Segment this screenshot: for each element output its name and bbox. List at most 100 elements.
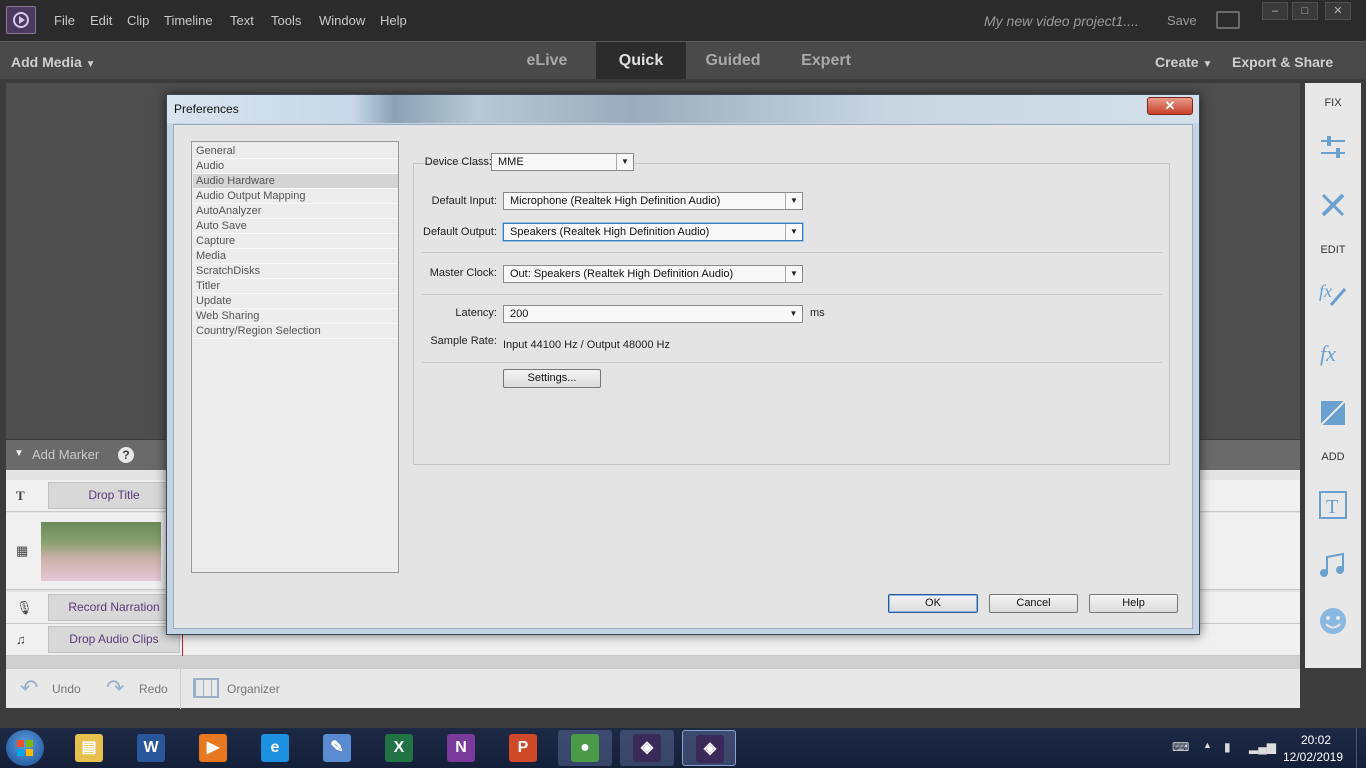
- clock-date[interactable]: 12/02/2019: [1281, 750, 1345, 764]
- project-name: My new video project1....: [984, 13, 1139, 29]
- create-label: Create: [1155, 54, 1199, 70]
- category-item[interactable]: Auto Save: [193, 219, 398, 234]
- taskbar-premiere-elements-button[interactable]: ◈: [682, 730, 736, 766]
- menu-tools[interactable]: Tools: [271, 13, 301, 28]
- taskbar-word-button[interactable]: W: [124, 730, 178, 766]
- organizer-button[interactable]: Organizer: [227, 682, 280, 696]
- taskbar-powerpoint-button[interactable]: P: [496, 730, 550, 766]
- menu-edit[interactable]: Edit: [90, 13, 112, 28]
- redo-icon[interactable]: ↷: [106, 675, 124, 701]
- latency-label: Latency:: [455, 307, 497, 319]
- cancel-button[interactable]: Cancel: [989, 594, 1078, 613]
- export-share-button[interactable]: Export & Share: [1232, 54, 1333, 70]
- tab-quick[interactable]: Quick: [596, 42, 686, 79]
- dialog-close-button[interactable]: ✕: [1147, 97, 1193, 115]
- tab-elive[interactable]: eLive: [500, 42, 594, 79]
- category-item[interactable]: Audio Output Mapping: [193, 189, 398, 204]
- menu-file[interactable]: File: [54, 13, 75, 28]
- word-icon: W: [137, 734, 165, 762]
- timeline-scrollbar[interactable]: [6, 656, 1300, 668]
- fx-edit-icon[interactable]: fx: [1317, 277, 1349, 309]
- keyboard-icon[interactable]: ⌨: [1172, 740, 1189, 754]
- latency-select[interactable]: 200 ▼: [503, 305, 803, 323]
- graphics-icon[interactable]: [1317, 605, 1349, 637]
- title-icon[interactable]: T: [1317, 489, 1349, 521]
- menu-timeline[interactable]: Timeline: [164, 13, 213, 28]
- category-item[interactable]: Media: [193, 249, 398, 264]
- taskbar-paint-button[interactable]: ✎: [310, 730, 364, 766]
- tab-guided[interactable]: Guided: [688, 42, 778, 79]
- create-menu[interactable]: Create ▼: [1155, 54, 1212, 70]
- taskbar-file-explorer-button[interactable]: ▤: [62, 730, 116, 766]
- category-item[interactable]: Titler: [193, 279, 398, 294]
- music-icon[interactable]: [1317, 549, 1349, 581]
- network-icon[interactable]: ▂▄▆: [1249, 740, 1276, 754]
- svg-text:fx: fx: [1320, 341, 1336, 366]
- svg-text:T: T: [1326, 496, 1338, 518]
- menu-window[interactable]: Window: [319, 13, 365, 28]
- workspace-bar: Add Media ▼ eLive Quick Guided Expert Cr…: [0, 41, 1366, 79]
- master-clock-label: Master Clock:: [429, 267, 497, 279]
- master-clock-value: Out: Speakers (Realtek High Definition A…: [510, 268, 734, 280]
- excel-icon: X: [385, 734, 413, 762]
- taskbar-premiere-elements-organizer-button[interactable]: ◈: [620, 730, 674, 766]
- show-hidden-icons-icon[interactable]: ▲: [1203, 740, 1212, 750]
- collapse-triangle-icon[interactable]: ▼: [14, 448, 24, 459]
- master-clock-select[interactable]: Out: Speakers (Realtek High Definition A…: [503, 265, 803, 283]
- power-icon[interactable]: ▮: [1224, 740, 1231, 754]
- taskbar-onenote-button[interactable]: N: [434, 730, 488, 766]
- category-item[interactable]: Web Sharing: [193, 309, 398, 324]
- minimize-button[interactable]: –: [1262, 2, 1288, 20]
- help-icon[interactable]: ?: [118, 447, 134, 463]
- undo-button[interactable]: Undo: [52, 682, 81, 696]
- settings-button[interactable]: Settings...: [503, 369, 601, 388]
- record-narration-label[interactable]: Record Narration: [48, 594, 180, 621]
- start-button[interactable]: [6, 730, 44, 766]
- video-clip-thumbnail[interactable]: [41, 522, 161, 581]
- color-icon[interactable]: [1317, 397, 1349, 429]
- clock-time[interactable]: 20:02: [1296, 733, 1336, 747]
- sample-rate-label: Sample Rate:: [430, 335, 497, 347]
- tools-icon[interactable]: [1317, 189, 1349, 221]
- menu-clip[interactable]: Clip: [127, 13, 149, 28]
- category-item[interactable]: General: [193, 144, 398, 159]
- default-output-select[interactable]: Speakers (Realtek High Definition Audio)…: [503, 223, 803, 241]
- category-item[interactable]: ScratchDisks: [193, 264, 398, 279]
- fx-icon[interactable]: fx: [1317, 337, 1349, 369]
- add-media-label: Add Media: [11, 54, 82, 70]
- adjustments-icon[interactable]: [1317, 131, 1349, 163]
- undo-icon[interactable]: ↶: [20, 675, 38, 701]
- default-input-select[interactable]: Microphone (Realtek High Definition Audi…: [503, 192, 803, 210]
- help-button[interactable]: Help: [1089, 594, 1178, 613]
- menu-help[interactable]: Help: [380, 13, 407, 28]
- close-window-button[interactable]: ✕: [1325, 2, 1351, 20]
- category-item[interactable]: Audio Hardware: [193, 174, 398, 189]
- organizer-icon[interactable]: [193, 678, 219, 698]
- ok-button[interactable]: OK: [888, 594, 978, 613]
- taskbar-chrome-button[interactable]: ●: [558, 730, 612, 766]
- add-media-button[interactable]: Add Media ▼: [11, 54, 96, 70]
- category-item[interactable]: Update: [193, 294, 398, 309]
- tab-expert[interactable]: Expert: [780, 42, 872, 79]
- windows-logo-icon: [17, 740, 33, 756]
- save-button[interactable]: Save: [1167, 13, 1197, 28]
- dialog-titlebar[interactable]: Preferences ✕: [167, 95, 1199, 123]
- default-input-value: Microphone (Realtek High Definition Audi…: [510, 195, 721, 207]
- fullscreen-icon[interactable]: [1216, 11, 1240, 29]
- category-item[interactable]: Country/Region Selection: [193, 324, 398, 339]
- category-item[interactable]: AutoAnalyzer: [193, 204, 398, 219]
- category-item[interactable]: Capture: [193, 234, 398, 249]
- drop-audio-clips-label[interactable]: Drop Audio Clips: [48, 626, 180, 653]
- taskbar-media-player-button[interactable]: ▶: [186, 730, 240, 766]
- redo-button[interactable]: Redo: [139, 682, 168, 696]
- menu-text[interactable]: Text: [230, 13, 254, 28]
- chevron-down-icon: ▼: [785, 224, 802, 240]
- category-item[interactable]: Audio: [193, 159, 398, 174]
- show-desktop-button[interactable]: [1356, 728, 1366, 768]
- taskbar-excel-button[interactable]: X: [372, 730, 426, 766]
- taskbar-internet-explorer-button[interactable]: e: [248, 730, 302, 766]
- add-marker-button[interactable]: Add Marker: [32, 447, 99, 462]
- device-class-select[interactable]: MME ▼: [491, 153, 634, 171]
- drop-title-label[interactable]: Drop Title: [48, 482, 180, 509]
- maximize-button[interactable]: □: [1292, 2, 1318, 20]
